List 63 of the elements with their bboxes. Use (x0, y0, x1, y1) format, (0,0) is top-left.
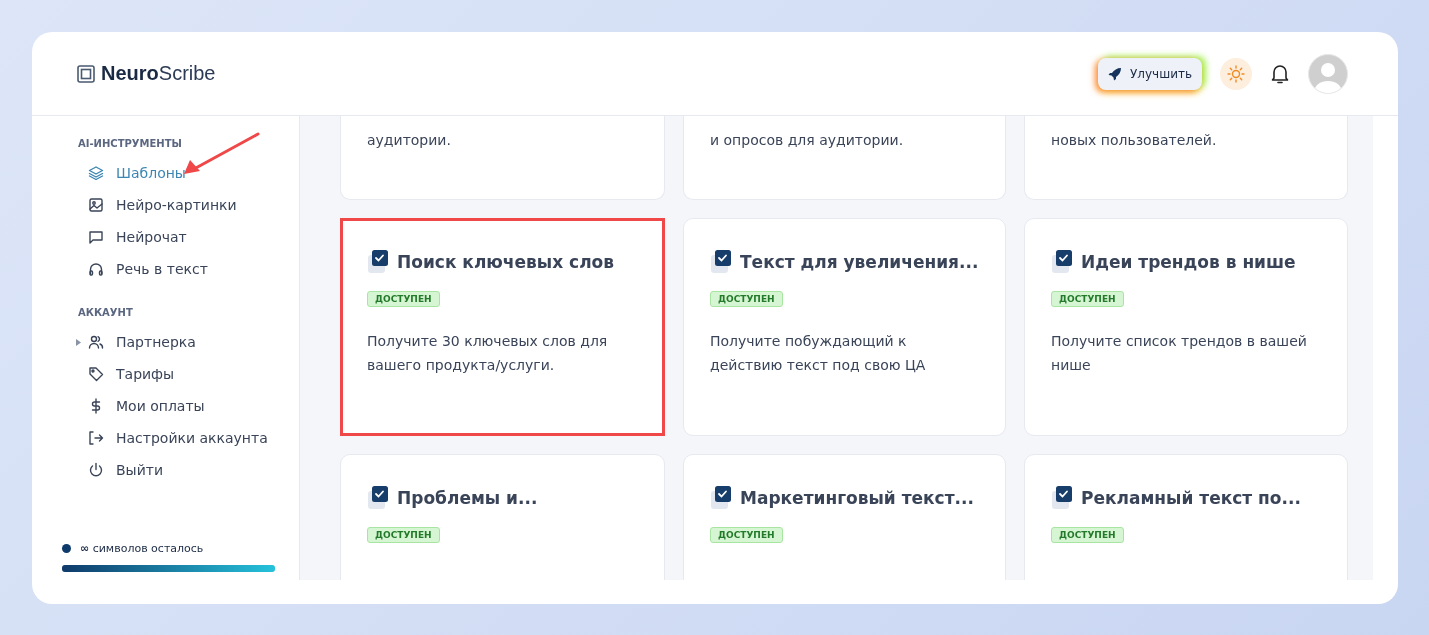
checkbox-icon (1051, 485, 1073, 511)
layers-icon (88, 165, 104, 181)
power-icon (88, 462, 104, 478)
users-icon (88, 334, 104, 350)
card-description: Получите побуждающий к действию текст под свою ЦА (710, 332, 927, 375)
template-card[interactable]: Поиск ключевых слов ДОСТУПЕН Получите 30 ключевых слов для вашего продукта/услуги. (340, 218, 665, 436)
checkbox-icon (1051, 249, 1073, 275)
template-card[interactable]: новых пользователей. (1024, 116, 1348, 200)
status-badge: ДОСТУПЕН (1051, 291, 1124, 307)
card-title: Поиск ключевых слов (397, 252, 615, 272)
card-description: и опросов для аудитории. (710, 131, 905, 150)
section-title: АККАУНТ (78, 307, 134, 318)
section-title: AI-ИНСТРУМЕНТЫ (78, 138, 183, 149)
template-card[interactable]: аудитории. (340, 116, 665, 200)
status-dot (62, 544, 71, 553)
sidebar-item[interactable]: Речь в текст (78, 261, 208, 277)
status-badge: ДОСТУПЕН (367, 527, 440, 543)
tag-icon (88, 366, 104, 382)
card-title: Текст для увеличения... (740, 252, 979, 272)
sidebar-item[interactable]: Нейро-картинки (78, 197, 237, 213)
exit-icon (88, 430, 104, 446)
checkbox-icon (710, 485, 732, 511)
template-card[interactable]: Маркетинговый текст... ДОСТУПЕН (683, 454, 1006, 580)
status-badge: ДОСТУПЕН (710, 527, 783, 543)
status-badge: ДОСТУПЕН (1051, 527, 1124, 543)
image-icon (88, 197, 104, 213)
card-description: аудитории. (367, 131, 452, 150)
template-card[interactable]: и опросов для аудитории. (683, 116, 1006, 200)
chat-icon (88, 229, 104, 245)
sidebar-item[interactable]: Выйти (78, 462, 163, 478)
balance-text: ∞ символов осталось (80, 542, 204, 555)
checkbox-icon (367, 485, 389, 511)
template-card[interactable]: Рекламный текст по... ДОСТУПЕН (1024, 454, 1348, 580)
logo-icon (77, 64, 95, 83)
sun-icon (1227, 64, 1245, 83)
logo-text[interactable]: NeuroScribe (101, 62, 216, 85)
theme-toggle-button[interactable] (1220, 57, 1252, 90)
status-badge: ДОСТУПЕН (710, 291, 783, 307)
card-title: Рекламный текст по... (1081, 488, 1301, 508)
card-description: Получите список трендов в вашей нише (1051, 332, 1308, 375)
avatar-icon[interactable] (1308, 53, 1348, 94)
bell-icon[interactable] (1270, 62, 1290, 85)
sidebar-item[interactable]: Шаблоны (78, 165, 186, 181)
headphones-icon (88, 261, 104, 277)
sidebar-item[interactable]: Настройки аккаунта (78, 430, 268, 446)
checkbox-icon (367, 249, 389, 275)
checkbox-icon (710, 249, 732, 275)
template-card[interactable]: Проблемы и... ДОСТУПЕН (340, 454, 665, 580)
card-title: Маркетинговый текст... (740, 488, 974, 508)
status-badge: ДОСТУПЕН (367, 291, 440, 307)
card-title: Проблемы и... (397, 488, 538, 508)
card-title: Идеи трендов в нише (1081, 252, 1296, 272)
sidebar-item[interactable]: Тарифы (78, 366, 175, 382)
rocket-icon (1108, 66, 1122, 81)
card-description: Получите 30 ключевых слов для вашего продукта/услуги. (367, 332, 609, 375)
sidebar-item[interactable]: Мои оплаты (78, 398, 205, 414)
template-card[interactable]: Идеи трендов в нише ДОСТУПЕН Получите список трендов в вашей нише (1024, 218, 1348, 436)
upgrade-button[interactable]: Улучшить (1098, 57, 1202, 90)
sidebar-item[interactable]: Партнерка (78, 334, 196, 350)
sidebar-item[interactable]: Нейрочат (78, 229, 187, 245)
template-card[interactable]: Текст для увеличения... ДОСТУПЕН Получите побуждающий к действию текст под свою ЦА (683, 218, 1006, 436)
card-description: новых пользователей. (1051, 131, 1218, 150)
caret-icon[interactable] (76, 338, 81, 346)
